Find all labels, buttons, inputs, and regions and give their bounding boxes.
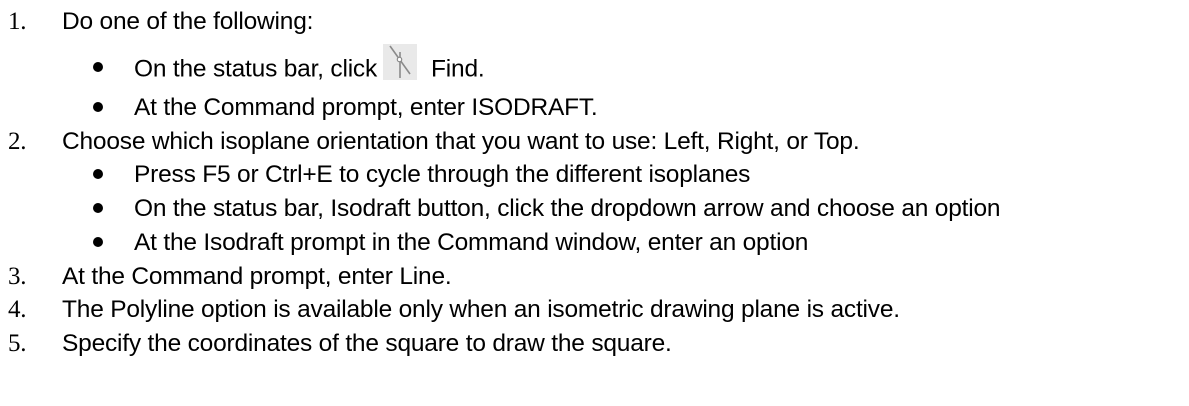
bullet-text: At the Isodraft prompt in the Command wi… (134, 229, 809, 256)
bullet-point (82, 52, 114, 84)
bullet-point (82, 92, 114, 124)
step-number: 2. (8, 128, 27, 155)
bullet-point (82, 159, 114, 191)
step-number: 4. (8, 296, 27, 323)
step-text: Do one of the following: (62, 8, 314, 35)
step-number: 3. (8, 263, 27, 290)
bullet-text: Press F5 or Ctrl+E to cycle through the … (134, 161, 751, 188)
step-number: 1. (8, 8, 27, 35)
bullet-text-before-icon: On the status bar, click (134, 55, 378, 83)
bullet-text: At the Command prompt, enter ISODRAFT. (134, 94, 598, 121)
step-text: At the Command prompt, enter Line. (62, 263, 452, 290)
isodraft-icon (383, 44, 418, 80)
bullet-point (82, 193, 114, 225)
bullet-text-after-icon: Find. (431, 55, 485, 83)
step-text: Specify the coordinates of the square to… (62, 330, 672, 357)
bullet-text: On the status bar, Isodraft button, clic… (134, 195, 1001, 222)
bullet-text: On the status bar, click Find. (134, 44, 485, 88)
step-number: 5. (8, 330, 27, 357)
bullet-point (82, 227, 114, 259)
step-text: The Polyline option is available only wh… (62, 296, 900, 323)
instruction-document: 1. Do one of the following: On the statu… (0, 0, 1189, 406)
step-text: Choose which isoplane orientation that y… (62, 128, 860, 155)
